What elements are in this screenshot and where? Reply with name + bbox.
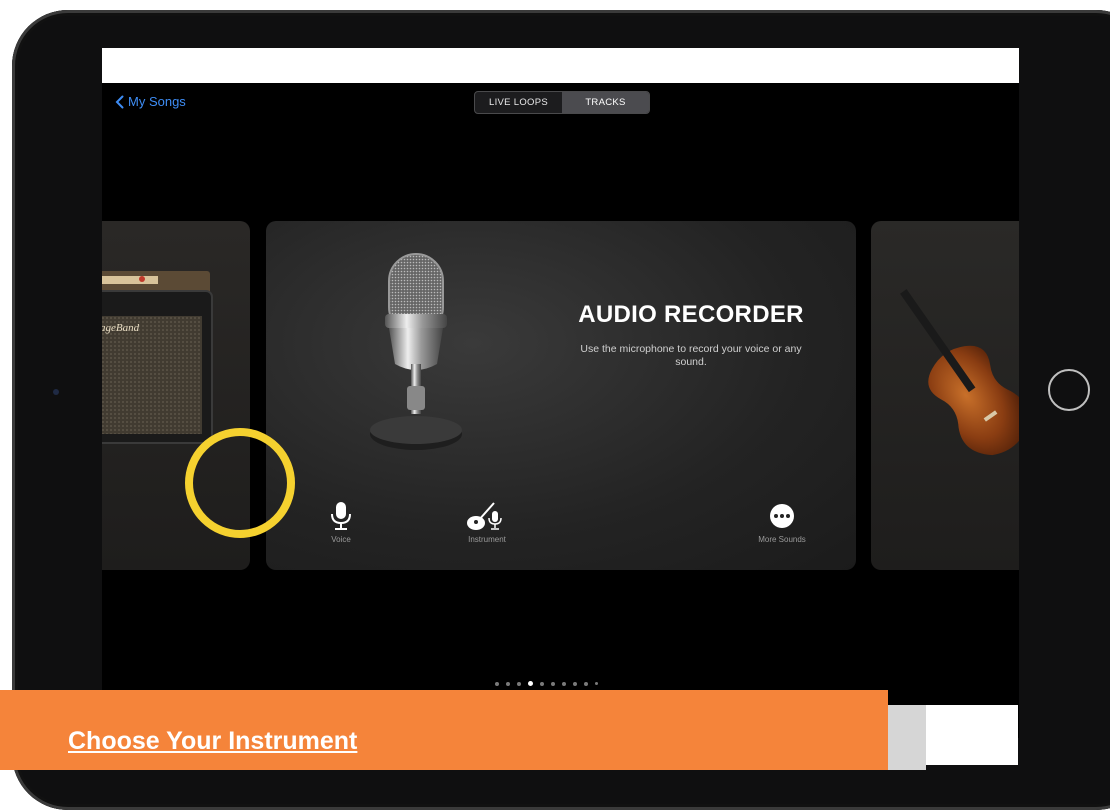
banner-title-link[interactable]: Choose Your Instrument	[68, 727, 357, 756]
view-segmented-control[interactable]: LIVE LOOPS TRACKS	[474, 91, 650, 114]
page-dot	[506, 681, 510, 686]
tab-tracks[interactable]: TRACKS	[562, 92, 649, 113]
more-icon	[770, 504, 794, 528]
studio-microphone-image	[370, 253, 462, 450]
guitar-mic-icon	[467, 502, 502, 530]
page-dot	[584, 681, 588, 686]
page-dot	[540, 681, 544, 686]
garageband-screen: My Songs LIVE LOOPS TRACKS ageBand AUDIO…	[102, 48, 1019, 738]
instruction-banner: Choose Your Instrument	[0, 690, 888, 770]
back-label: My Songs	[128, 94, 186, 109]
page-dot	[517, 681, 521, 686]
voice-highlight-ring	[185, 428, 295, 538]
back-to-my-songs-button[interactable]: My Songs	[115, 94, 186, 109]
page-indicator[interactable]	[495, 681, 598, 686]
instrument-option[interactable]: Instrument	[442, 501, 532, 544]
more-sounds-option[interactable]: More Sounds	[737, 501, 827, 544]
page-dot	[573, 681, 577, 686]
front-camera	[53, 389, 59, 395]
home-button[interactable]	[1048, 369, 1090, 411]
more-sounds-label: More Sounds	[758, 535, 806, 544]
chevron-left-icon	[115, 95, 124, 108]
card-description: Use the microphone to record your voice …	[580, 343, 802, 368]
microphone-icon	[331, 502, 351, 530]
card-title: AUDIO RECORDER	[578, 301, 804, 328]
tab-live-loops[interactable]: LIVE LOOPS	[475, 92, 562, 113]
page-dot	[562, 681, 566, 686]
svg-text:ageBand: ageBand	[102, 322, 140, 334]
audio-recorder-card[interactable]: AUDIO RECORDER Use the microphone to rec…	[266, 221, 856, 570]
page-dot	[595, 682, 598, 685]
page-dot-active	[528, 681, 533, 686]
status-bar	[102, 48, 1019, 83]
voice-label: Voice	[331, 535, 351, 544]
violin-image	[900, 289, 1019, 456]
voice-option[interactable]: Voice	[296, 501, 386, 544]
page-dot	[551, 681, 555, 686]
instrument-label: Instrument	[468, 535, 506, 544]
grey-block	[888, 705, 926, 770]
page-dot	[495, 681, 499, 686]
card-violin-partial[interactable]	[871, 221, 1019, 570]
